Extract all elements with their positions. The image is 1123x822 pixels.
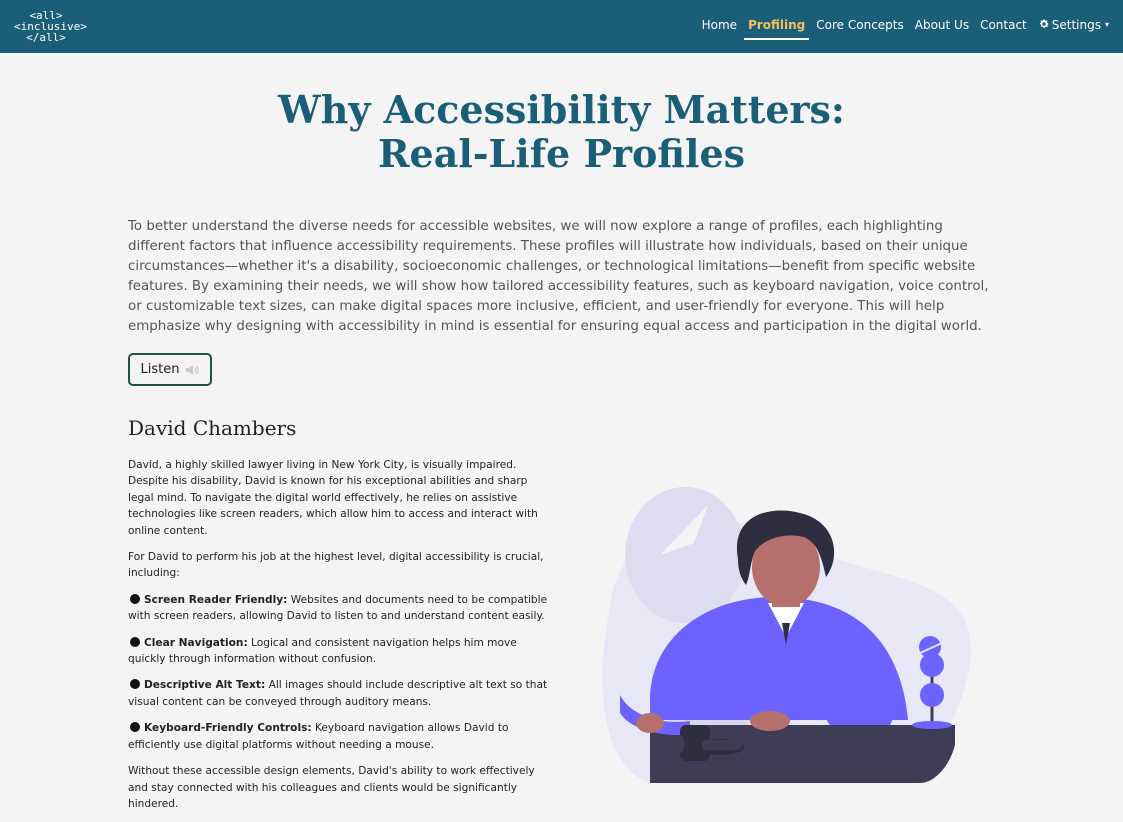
settings-label: Settings bbox=[1051, 17, 1101, 32]
feature-item: Clear Navigation: Logical and consistent… bbox=[128, 635, 556, 668]
lawyer-illustration bbox=[602, 487, 972, 783]
nav-link-contact[interactable]: Contact bbox=[980, 18, 1027, 36]
page-title-line-2: Real-Life Profiles bbox=[377, 131, 746, 176]
listen-button[interactable]: Listen bbox=[128, 353, 212, 386]
feature-title: Keyboard-Friendly Controls: bbox=[144, 722, 312, 735]
profile-name: David Chambers bbox=[128, 416, 297, 440]
navbar: <all> <inclusive> </all> Home Profiling … bbox=[0, 0, 1123, 53]
settings-dropdown[interactable]: Settings ▾ bbox=[1038, 18, 1109, 36]
nav-link-profiling[interactable]: Profiling bbox=[744, 18, 810, 40]
site-logo[interactable]: <all> <inclusive> </all> bbox=[14, 10, 87, 44]
nav-link-core-concepts[interactable]: Core Concepts bbox=[816, 18, 903, 36]
feature-item: Screen Reader Friendly: Websites and doc… bbox=[128, 592, 556, 625]
feature-title: Clear Navigation: bbox=[144, 636, 248, 649]
page-title: Why Accessibility Matters: Real-Life Pro… bbox=[0, 88, 1123, 176]
logo-line-3: </all> bbox=[26, 31, 66, 44]
profile-paragraph-1: David, a highly skilled lawyer living in… bbox=[128, 459, 538, 537]
nav-link-home[interactable]: Home bbox=[702, 18, 737, 36]
feature-item: Keyboard-Friendly Controls: Keyboard nav… bbox=[128, 720, 556, 753]
bullet-icon bbox=[130, 679, 140, 690]
nav-link-about-us[interactable]: About Us bbox=[915, 18, 969, 36]
page-title-line-1: Why Accessibility Matters: bbox=[278, 87, 845, 132]
profile-paragraph-2: For David to perform his job at the high… bbox=[128, 551, 544, 580]
feature-title: Descriptive Alt Text: bbox=[144, 679, 266, 692]
intro-paragraph: To better understand the diverse needs f… bbox=[128, 219, 989, 334]
chevron-down-icon: ▾ bbox=[1104, 19, 1109, 29]
feature-item: Descriptive Alt Text: All images should … bbox=[128, 677, 556, 710]
bullet-icon bbox=[130, 636, 140, 647]
profile-description: David, a highly skilled lawyer living in… bbox=[128, 457, 556, 822]
nav-links: Home Profiling Core Concepts About Us Co… bbox=[702, 0, 1109, 53]
bullet-icon bbox=[130, 722, 140, 733]
gear-icon bbox=[1039, 18, 1049, 28]
profile-closing: Without these accessible design elements… bbox=[128, 765, 535, 810]
feature-title: Screen Reader Friendly: bbox=[144, 593, 288, 606]
speaker-icon bbox=[186, 364, 200, 375]
listen-label: Listen bbox=[140, 362, 180, 377]
bullet-icon bbox=[130, 593, 140, 604]
